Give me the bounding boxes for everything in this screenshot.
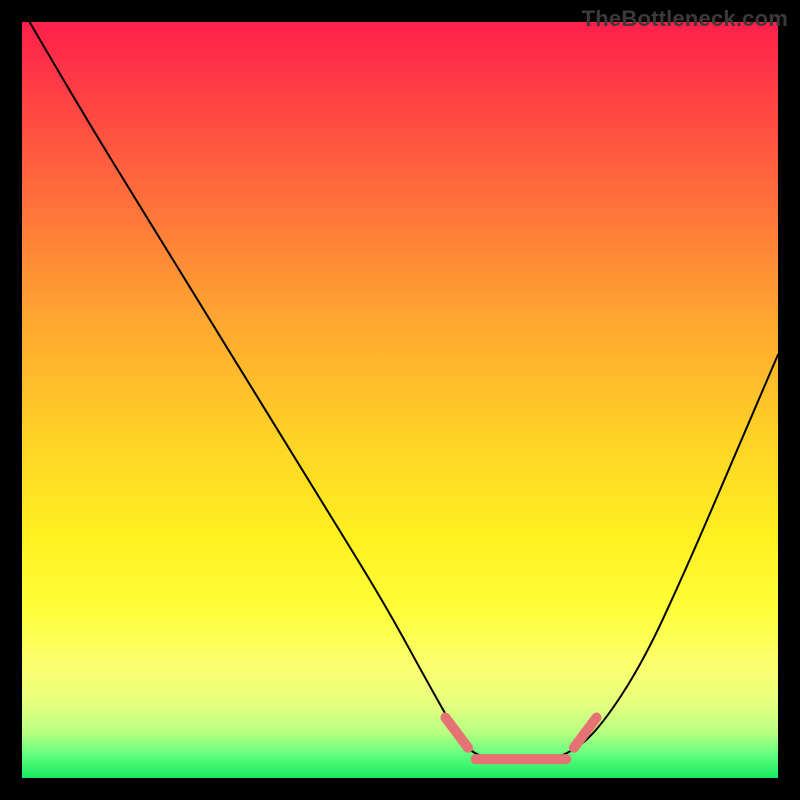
series-flat-minimum-highlight <box>445 718 468 748</box>
series-layer <box>30 22 778 763</box>
series-bottleneck-curve <box>30 22 778 763</box>
chart-stage: TheBottleneck.com <box>0 0 800 800</box>
curve-overlay <box>22 22 778 778</box>
watermark-text: TheBottleneck.com <box>582 6 788 32</box>
